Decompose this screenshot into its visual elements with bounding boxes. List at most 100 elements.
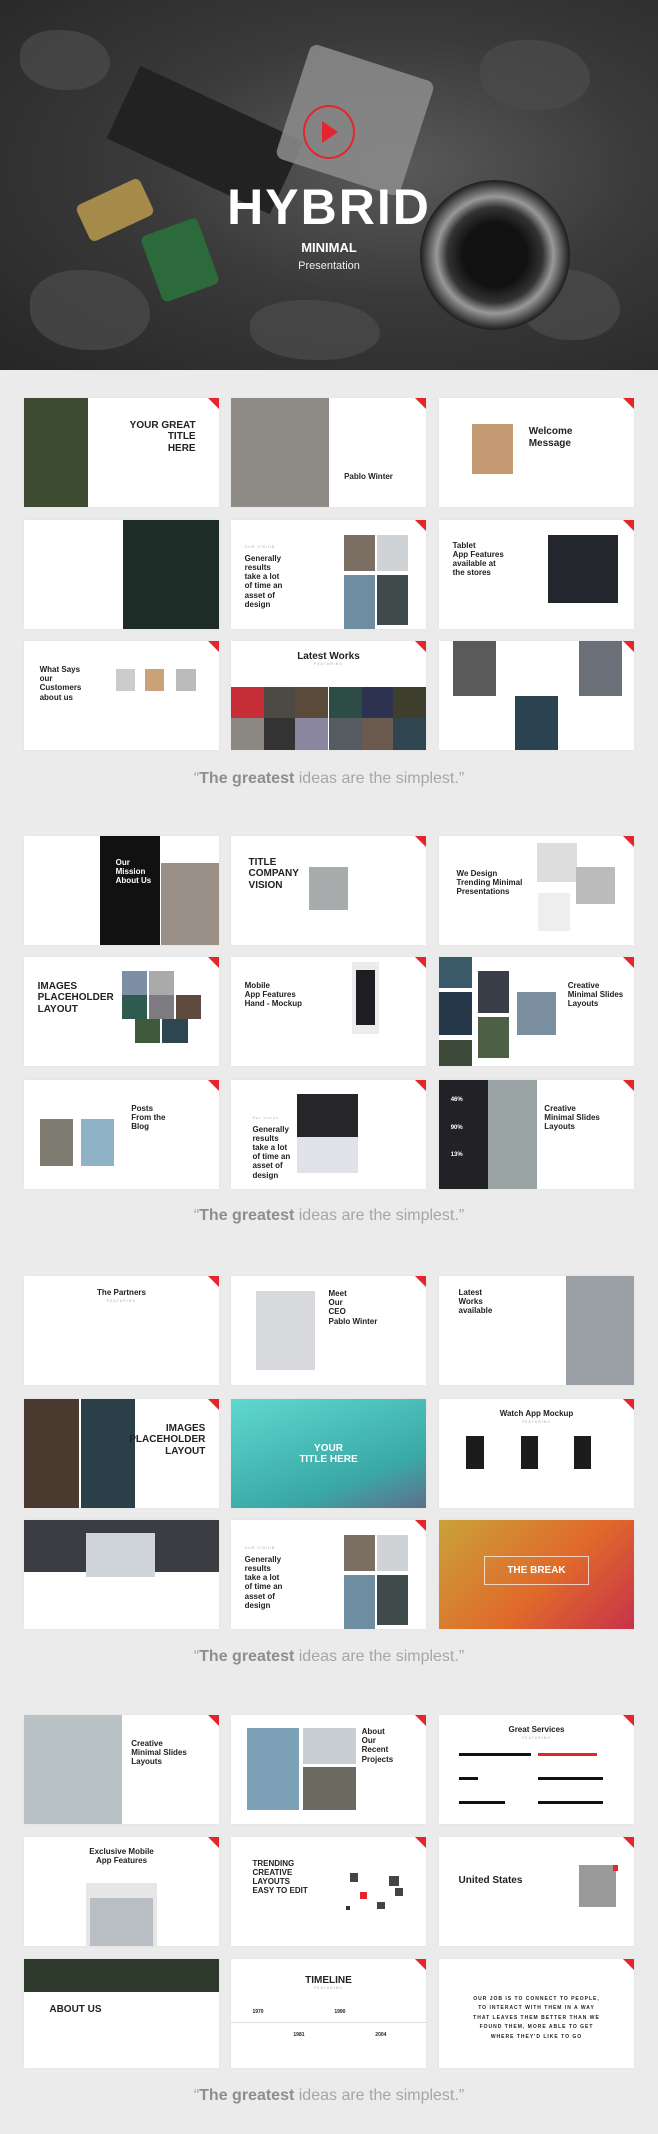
slide-thumbnail[interactable] (24, 520, 219, 629)
red-corner-marker (415, 1276, 426, 1287)
hero-banner: HYBRID MINIMAL Presentation (0, 0, 658, 370)
slide-thumbnail[interactable]: About Our Recent Projects (231, 1715, 426, 1824)
slide-image-placeholder (231, 718, 265, 750)
red-corner-marker (623, 957, 634, 968)
slide-thumbnail[interactable]: TIMELINE FEATURING 1970 1981 1990 2004 (231, 1959, 426, 2068)
slide-thumbnail[interactable]: ABOUT US (24, 1959, 219, 2068)
red-corner-marker (415, 398, 426, 409)
slide-image-placeholder (394, 1888, 403, 1896)
slide-subtitle: FEATURING (522, 1735, 551, 1740)
slide-thumbnail[interactable]: Creative Minimal Slides Layouts 46% 90% 13% (439, 1080, 634, 1189)
slide-image-placeholder (100, 836, 161, 945)
slide-image-placeholder (303, 1767, 356, 1810)
slide-image-placeholder (86, 1533, 155, 1577)
slide-thumbnail[interactable]: Creative Minimal Slides Layouts (439, 957, 634, 1066)
slide-image-placeholder (295, 718, 329, 750)
slide-thumbnail[interactable]: Our Mission About Us (24, 836, 219, 945)
slide-image-placeholder (148, 971, 175, 996)
slide-image-placeholder (579, 641, 623, 696)
slide-title: YOUR TITLE HERE (299, 1442, 358, 1466)
slide-title: Generally results take a lot of time an … (252, 1124, 291, 1180)
slide-thumbnail[interactable]: YOUR TITLE HERE (231, 1399, 426, 1508)
section-quote: “The greatest ideas are the simplest.” (0, 770, 658, 788)
slide-thumbnail[interactable]: IMAGES PLACEHOLDER LAYOUT (24, 1399, 219, 1508)
quote-text: ideas are the simplest. (294, 1207, 459, 1224)
slide-thumbnail[interactable] (439, 641, 634, 750)
slide-image-placeholder (349, 1872, 358, 1882)
slide-thumbnail[interactable]: Exclusive Mobile App Features (24, 1837, 219, 1946)
red-corner-marker (208, 1715, 219, 1726)
slide-image-placeholder (344, 574, 376, 629)
slide-thumbnail[interactable]: Great Services FEATURING (439, 1715, 634, 1824)
slide-thumbnail[interactable]: Generally results take a lot of time an … (231, 1080, 426, 1189)
slide-image-placeholder (39, 1119, 73, 1167)
slide-image-placeholder (246, 1728, 300, 1810)
slide-image-placeholder (162, 1019, 188, 1044)
slide-title: About Our Recent Projects (361, 1726, 394, 1764)
slide-image-placeholder (515, 695, 558, 750)
slide-image-placeholder (573, 1436, 592, 1469)
slide-thumbnail[interactable]: Mobile App Features Hand - Mockup (231, 957, 426, 1066)
slide-image-placeholder (231, 2022, 426, 2024)
slide-thumbnail[interactable]: OUR JOB IS TO CONNECT TO PEOPLE, TO INTE… (439, 1959, 634, 2068)
slide-image-placeholder (121, 995, 147, 1020)
slide-subtitle: FEATURING (522, 1419, 551, 1424)
slide-thumbnail[interactable]: Generally results take a lot of time an … (231, 520, 426, 629)
red-corner-marker (623, 1959, 634, 1970)
slide-thumbnail[interactable]: IMAGES PLACEHOLDER LAYOUT (24, 957, 219, 1066)
slide-image-placeholder (517, 991, 556, 1036)
slide-image-placeholder (439, 1039, 473, 1066)
red-corner-marker (415, 520, 426, 531)
quote-text: The greatest (199, 770, 295, 787)
slide-title: Generally results take a lot of time an … (244, 553, 283, 609)
slide-thumbnail[interactable]: Tablet App Features available at the sto… (439, 520, 634, 629)
slide-thumbnail[interactable]: THE BREAK (439, 1520, 634, 1629)
slide-image-placeholder (377, 1535, 409, 1572)
slide-image-placeholder (135, 1019, 161, 1044)
slide-thumbnail[interactable]: United States (439, 1837, 634, 1946)
slide-image-placeholder (458, 1801, 506, 1805)
quote-text: ” (458, 1648, 465, 1665)
slide-image-placeholder (487, 1080, 537, 1189)
slide-thumbnail[interactable]: We Design Trending Minimal Presentations (439, 836, 634, 945)
slide-thumbnail[interactable]: TITLE COMPANY VISION (231, 836, 426, 945)
camera-body-image (274, 42, 436, 198)
slide-thumbnail[interactable]: Latest Works available (439, 1276, 634, 1385)
quote-text: The greatest (199, 2087, 295, 2104)
red-corner-marker (208, 1837, 219, 1848)
slide-image-placeholder (439, 957, 473, 988)
slide-image-placeholder (458, 1777, 478, 1781)
slide-image-placeholder (24, 1959, 219, 1992)
slide-thumbnail[interactable]: Generally results take a lot of time an … (231, 1520, 426, 1629)
slide-title: Exclusive Mobile App Features (89, 1846, 154, 1865)
slide-thumbnail[interactable]: What Says our Customers about us (24, 641, 219, 750)
slide-image-placeholder (176, 669, 196, 692)
slide-title: What Says our Customers about us (39, 664, 82, 702)
slide-title: IMAGES PLACEHOLDER LAYOUT (129, 1422, 206, 1457)
slide-subtitle: FEATURING (107, 1298, 136, 1303)
play-circle-logo-icon (303, 105, 355, 159)
slide-thumbnail[interactable] (24, 1520, 219, 1629)
slide-subtitle: OUR VISION (244, 1546, 276, 1551)
slide-thumbnail[interactable]: Pablo Winter (231, 398, 426, 507)
slide-image-placeholder (80, 1119, 114, 1167)
slide-thumbnail[interactable]: Welcome Message (439, 398, 634, 507)
red-corner-marker (415, 836, 426, 847)
slide-thumbnail[interactable]: Posts From the Blog (24, 1080, 219, 1189)
slide-image-placeholder (579, 1865, 617, 1907)
slide-thumbnail[interactable]: Watch App Mockup FEATURING (439, 1399, 634, 1508)
slide-thumbnail[interactable]: The Partners FEATURING (24, 1276, 219, 1385)
slide-thumbnail[interactable]: Meet Our CEO Pablo Winter (231, 1276, 426, 1385)
slide-title: TRENDING CREATIVE LAYOUTS EASY TO EDIT (252, 1858, 308, 1896)
slide-thumbnail[interactable]: Creative Minimal Slides Layouts (24, 1715, 219, 1824)
slide-image-placeholder (439, 1080, 488, 1189)
section-quote: “The greatest ideas are the simplest.” (0, 1207, 658, 1225)
red-corner-marker (623, 1715, 634, 1726)
slide-image-placeholder (361, 686, 393, 719)
slide-image-placeholder (377, 1902, 386, 1909)
slide-image-placeholder (575, 866, 615, 904)
slide-thumbnail[interactable]: YOUR GREAT TITLE HERE (24, 398, 219, 507)
slide-thumbnail[interactable]: TRENDING CREATIVE LAYOUTS EASY TO EDIT (231, 1837, 426, 1946)
slide-thumbnail[interactable]: Latest Works FEATURING (231, 641, 426, 750)
red-corner-marker (415, 641, 426, 652)
